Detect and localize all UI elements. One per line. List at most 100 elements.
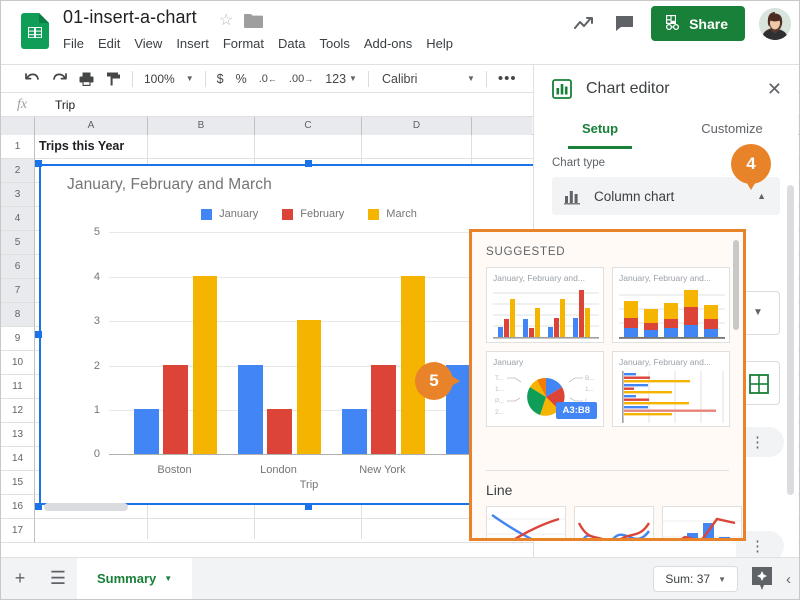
- plus-icon[interactable]: +: [1, 558, 39, 600]
- chart-editor-tabs: Setup Customize: [534, 113, 798, 149]
- bar-boston-january[interactable]: [133, 409, 159, 454]
- tab-setup[interactable]: Setup: [534, 113, 666, 149]
- bar-boston-february[interactable]: [163, 364, 189, 454]
- chart-handle-bc[interactable]: [305, 503, 312, 510]
- dropdown-scrollbar[interactable]: [733, 240, 739, 330]
- row-header-7[interactable]: 7: [1, 279, 35, 303]
- callout-badge-5: 5: [415, 362, 453, 400]
- row-header-6[interactable]: 6: [1, 255, 35, 279]
- comment-icon[interactable]: [611, 11, 637, 37]
- menu-edit[interactable]: Edit: [98, 36, 120, 51]
- font-caret-icon[interactable]: ▼: [458, 67, 481, 91]
- increase-decimal-button[interactable]: .00 →: [283, 67, 319, 91]
- bar-newyork-february[interactable]: [371, 364, 397, 454]
- legend-item-february[interactable]: February: [282, 208, 344, 220]
- explore-icon[interactable]: [750, 566, 774, 592]
- font-name-select[interactable]: Calibri: [374, 67, 434, 91]
- chart-type-label: Chart type: [552, 157, 606, 169]
- undo-icon[interactable]: [19, 67, 46, 91]
- zoom-caret-icon[interactable]: ▼: [177, 67, 200, 91]
- chart-type-dropdown[interactable]: SUGGESTED January, February and... Janua…: [469, 229, 746, 541]
- row-header-12[interactable]: 12: [1, 399, 35, 423]
- bar-london-january[interactable]: [237, 364, 263, 454]
- chart-editor-scrollbar[interactable]: [787, 185, 794, 495]
- list-sheets-icon[interactable]: ☰: [39, 558, 77, 600]
- legend-item-march[interactable]: March: [368, 208, 417, 220]
- column-header-b[interactable]: B: [148, 117, 255, 135]
- row-header-2[interactable]: 2: [1, 159, 35, 183]
- chevron-down-icon[interactable]: ▼: [164, 574, 172, 583]
- redo-icon[interactable]: [46, 67, 73, 91]
- horizontal-scrollbar[interactable]: [44, 503, 128, 511]
- suggested-chart-pie[interactable]: January T...1... P...2... B...1... L...: [486, 351, 604, 427]
- row-header-14[interactable]: 14: [1, 447, 35, 471]
- number-format-button[interactable]: 123 ▼: [319, 67, 363, 91]
- currency-format-button[interactable]: $: [211, 67, 230, 91]
- row-header-3[interactable]: 3: [1, 183, 35, 207]
- star-icon[interactable]: ☆: [219, 13, 233, 29]
- row-header-13[interactable]: 13: [1, 423, 35, 447]
- sheet-tab-label: Summary: [97, 571, 157, 586]
- chart-handle-bl[interactable]: [35, 503, 42, 510]
- zoom-level[interactable]: 100%: [138, 67, 177, 91]
- column-header-a[interactable]: A: [35, 117, 148, 135]
- select-all-corner[interactable]: [1, 117, 35, 135]
- legend-item-january[interactable]: January: [201, 208, 258, 220]
- menu-insert[interactable]: Insert: [176, 36, 209, 51]
- menu-file[interactable]: File: [63, 36, 84, 51]
- suggested-chart-bar[interactable]: January, February and...: [612, 351, 730, 427]
- tab-customize[interactable]: Customize: [666, 113, 798, 149]
- sum-label: Sum: 37: [665, 572, 711, 586]
- row-header-15[interactable]: 15: [1, 471, 35, 495]
- select-data-range-icon: [749, 374, 769, 399]
- row-header-1[interactable]: 1: [1, 135, 35, 159]
- chevron-left-icon[interactable]: ‹: [786, 571, 791, 588]
- bar-boston-march[interactable]: [192, 275, 218, 454]
- user-avatar[interactable]: [759, 7, 791, 40]
- y-tick-4: 4: [93, 270, 100, 283]
- decrease-decimal-button[interactable]: .0 ←: [253, 67, 283, 91]
- folder-icon[interactable]: [244, 13, 263, 28]
- column-header-c[interactable]: C: [255, 117, 362, 135]
- bar-london-march[interactable]: [296, 320, 322, 454]
- row-header-11[interactable]: 11: [1, 375, 35, 399]
- suggested-chart-stacked-column[interactable]: January, February and...: [612, 267, 730, 343]
- bar-newyork-january[interactable]: [341, 409, 367, 454]
- activity-trend-icon[interactable]: [571, 11, 597, 37]
- row-header-5[interactable]: 5: [1, 231, 35, 255]
- menu-data[interactable]: Data: [278, 36, 305, 51]
- print-icon[interactable]: [73, 67, 100, 91]
- line-chart-option[interactable]: [486, 506, 566, 538]
- chart-handle-tc[interactable]: [305, 160, 312, 167]
- menu-tools[interactable]: Tools: [319, 36, 349, 51]
- row-header-9[interactable]: 9: [1, 327, 35, 351]
- share-button[interactable]: Share: [651, 6, 745, 41]
- row-header-16[interactable]: 16: [1, 495, 35, 519]
- column-header-e[interactable]: [472, 117, 532, 135]
- smooth-line-chart-option[interactable]: [574, 506, 654, 538]
- row-header-17[interactable]: 17: [1, 519, 35, 543]
- sum-status-chip[interactable]: Sum: 37 ▼: [653, 566, 738, 592]
- menu-view[interactable]: View: [134, 36, 162, 51]
- chart-handle-ml[interactable]: [35, 331, 42, 338]
- row-header-4[interactable]: 4: [1, 207, 35, 231]
- sheet-tab-summary[interactable]: Summary ▼: [77, 557, 193, 599]
- menu-format[interactable]: Format: [223, 36, 264, 51]
- bar-london-february[interactable]: [267, 409, 293, 454]
- close-icon[interactable]: ✕: [767, 80, 782, 98]
- more-options-button[interactable]: •••: [492, 67, 523, 91]
- paint-format-icon[interactable]: [100, 67, 127, 91]
- menu-add-ons[interactable]: Add-ons: [364, 36, 412, 51]
- percent-format-button[interactable]: %: [230, 67, 253, 91]
- row-header-10[interactable]: 10: [1, 351, 35, 375]
- document-title[interactable]: 01-insert-a-chart: [63, 7, 197, 28]
- cell-a1[interactable]: Trips this Year: [39, 139, 124, 153]
- chart-handle-tl[interactable]: [35, 160, 42, 167]
- y-tick-1: 1: [93, 404, 100, 417]
- chevron-up-icon[interactable]: ▲: [757, 191, 766, 201]
- menu-help[interactable]: Help: [426, 36, 453, 51]
- column-header-d[interactable]: D: [362, 117, 472, 135]
- combo-chart-option[interactable]: [662, 506, 742, 538]
- row-header-8[interactable]: 8: [1, 303, 35, 327]
- suggested-chart-grouped-column[interactable]: January, February and...: [486, 267, 604, 343]
